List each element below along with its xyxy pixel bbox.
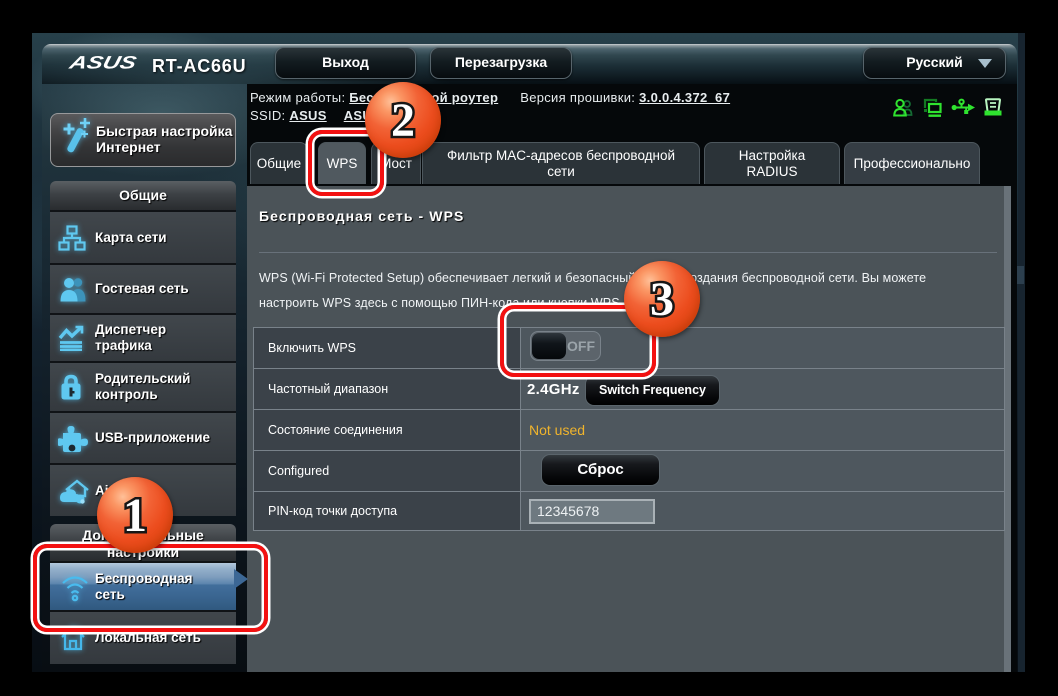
svg-text:2: 2: [391, 94, 415, 147]
svg-text:3: 3: [650, 273, 674, 326]
svg-text:1: 1: [123, 489, 147, 542]
svg-text:ASUS: ASUS: [68, 55, 139, 71]
